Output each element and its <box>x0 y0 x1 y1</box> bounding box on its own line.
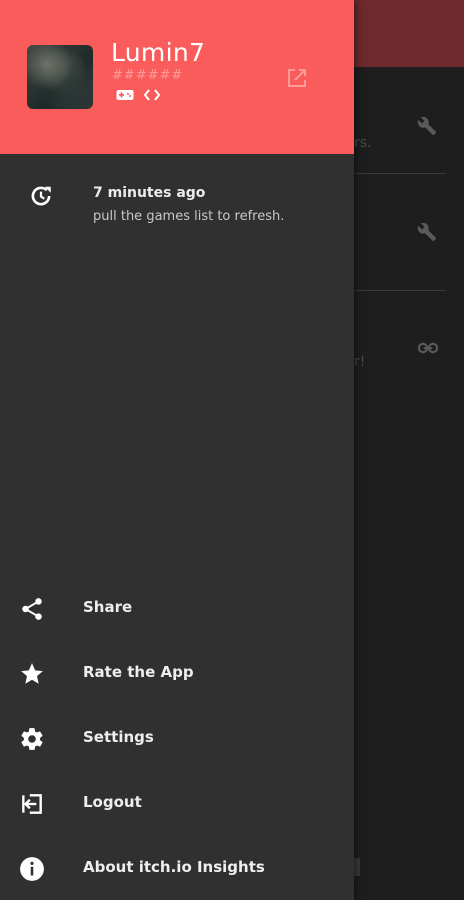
wrench-icon[interactable] <box>417 116 437 136</box>
star-icon <box>21 663 43 684</box>
refresh-hint: pull the games list to refresh. <box>93 209 285 224</box>
menu-item-logout[interactable]: Logout <box>0 775 354 831</box>
menu-item-label: Share <box>83 598 133 616</box>
menu-item-label: About itch.io Insights <box>83 858 265 876</box>
screen: rs. r! Lumin7 ###### 7 minutes ago pull … <box>0 0 464 900</box>
header-icon-row <box>116 88 160 102</box>
wrench-icon[interactable] <box>417 222 437 242</box>
menu-item-share[interactable]: Share <box>0 580 354 636</box>
menu-item-rate[interactable]: Rate the App <box>0 645 354 701</box>
share-icon <box>22 598 42 620</box>
menu-item-label: Rate the App <box>83 663 194 681</box>
menu-item-settings[interactable]: Settings <box>0 710 354 766</box>
info-icon <box>20 857 44 881</box>
refresh-history-icon <box>31 186 51 206</box>
background-divider <box>354 173 446 174</box>
background-scroll-fragment <box>354 858 360 876</box>
background-text-fragment: rs. <box>354 135 372 151</box>
background-divider <box>354 290 446 291</box>
link-icon[interactable] <box>418 341 438 355</box>
background-text-fragment: r! <box>354 354 366 370</box>
drawer-header: Lumin7 ###### <box>0 0 354 154</box>
last-refresh-time: 7 minutes ago <box>93 185 206 201</box>
menu-item-label: Settings <box>83 728 154 746</box>
open-external-icon[interactable] <box>285 66 309 90</box>
last-refresh-row: 7 minutes ago pull the games list to ref… <box>0 174 354 234</box>
logout-icon <box>22 794 42 814</box>
username: Lumin7 <box>111 38 206 67</box>
menu-item-about[interactable]: About itch.io Insights <box>0 840 354 896</box>
navigation-drawer: Lumin7 ###### 7 minutes ago pull the gam… <box>0 0 354 900</box>
gear-icon <box>21 728 43 750</box>
avatar[interactable] <box>27 45 93 109</box>
gamepad-icon[interactable] <box>116 88 134 102</box>
masked-text: ###### <box>112 68 184 83</box>
code-icon[interactable] <box>144 88 160 102</box>
menu-item-label: Logout <box>83 793 142 811</box>
